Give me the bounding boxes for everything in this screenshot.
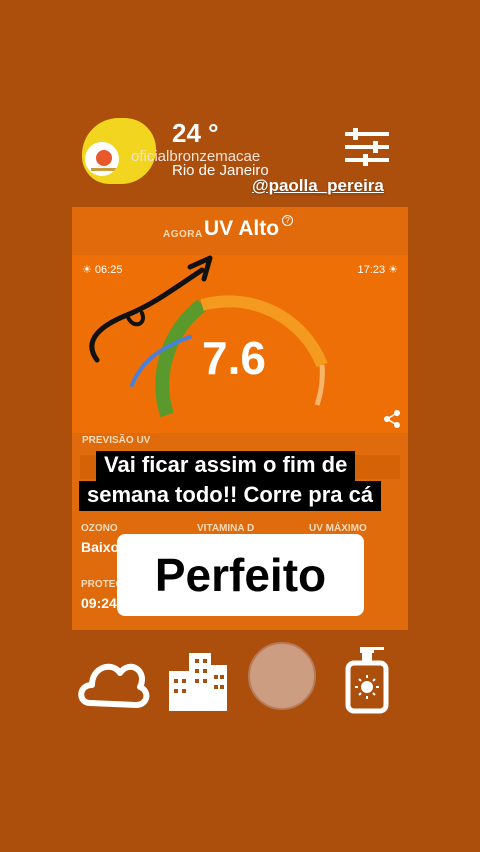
share-icon[interactable] (382, 409, 402, 429)
ozone-label: OZONO (81, 523, 118, 534)
vitamin-d-label: VITAMINA D (197, 523, 255, 534)
avatar[interactable] (83, 140, 121, 178)
uv-gauge: ☀ 06:25 17:23 ☀ 7.6 (72, 255, 408, 433)
uv-card-header: AGORA UV Alto ? (72, 207, 408, 251)
temperature: 24 ° (172, 118, 219, 148)
protect-time: 09:24 (81, 595, 117, 611)
uv-value: 7.6 (202, 332, 266, 384)
sunscreen-icon[interactable] (340, 640, 392, 720)
uv-max-label: UV MÁXIMO (309, 523, 367, 534)
perfeito-sticker: Perfeito (117, 534, 364, 616)
mention-tag[interactable]: @paolla_pereira (252, 176, 384, 196)
tune-icon[interactable] (345, 128, 389, 166)
buildings-icon[interactable] (165, 640, 231, 720)
ozone-value: Baixo (81, 539, 120, 555)
uv-level: UV Alto (204, 217, 280, 240)
help-icon[interactable]: ? (282, 215, 293, 226)
now-label: AGORA (163, 229, 203, 240)
profile-circle-button[interactable] (248, 642, 316, 710)
caption-line-1: Vai ficar assim o fim de (96, 451, 356, 481)
cloud-icon[interactable] (76, 640, 152, 720)
caption-line-2: semana todo!! Corre pra cá (79, 481, 382, 511)
forecast-label: PREVISÃO UV (82, 435, 151, 446)
